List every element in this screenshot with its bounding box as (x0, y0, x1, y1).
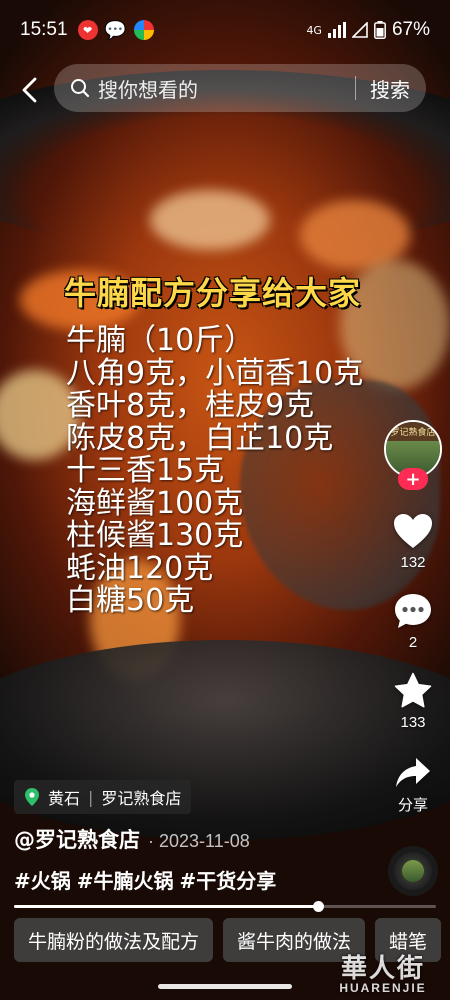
video-progress-fill (14, 905, 318, 908)
like-button[interactable]: 132 (383, 512, 443, 571)
star-icon (394, 672, 432, 708)
video-progress-knob[interactable] (312, 901, 324, 912)
comment-icon (395, 594, 431, 628)
battery-percent: 67% (391, 19, 430, 40)
favorite-button[interactable]: 133 (383, 672, 443, 731)
share-button[interactable]: 分享 (383, 756, 443, 815)
hashtag-list: #火锅 #牛腩火锅 #干货分享 (14, 865, 276, 894)
like-count: 132 (400, 554, 426, 571)
chevron-left-icon (22, 77, 37, 103)
follow-button[interactable]: + (398, 468, 428, 490)
music-disc[interactable] (388, 846, 438, 896)
comment-button[interactable]: 2 (383, 592, 443, 651)
post-date: · 2023-11-08 (148, 831, 250, 851)
heart-icon (394, 514, 432, 548)
recipe-line: 八角9克，小茴香10克 (66, 355, 364, 391)
recipe-line: 柱候酱130克 (66, 518, 244, 553)
location-tag[interactable]: 黄石 | 罗记熟食店 (14, 780, 192, 814)
signal-icon-2 (351, 22, 368, 38)
location-pin-icon (25, 788, 39, 806)
related-search-chip[interactable]: 牛腩粉的做法及配方 (14, 918, 214, 962)
browser-app-icon (133, 20, 154, 40)
recipe-title: 牛腩配方分享给大家 (64, 274, 362, 312)
home-indicator[interactable] (158, 984, 292, 989)
wechat-icon: 💬 (104, 19, 127, 41)
hashtag[interactable]: #火锅 (14, 865, 71, 894)
share-arrow-icon (396, 758, 430, 787)
recipe-line: 十三香15克 (66, 453, 225, 488)
status-app-icons: ❤ 💬 (77, 19, 154, 41)
recipe-line: 香叶8克，桂皮9克 (66, 388, 315, 423)
author-name[interactable]: @罗记熟食店 (14, 824, 140, 854)
back-button[interactable] (14, 70, 44, 110)
comment-count: 2 (408, 634, 418, 651)
food-chunk (150, 190, 270, 250)
author-row: @罗记熟食店 · 2023-11-08 (14, 824, 250, 854)
hashtag[interactable]: #牛腩火锅 (77, 865, 174, 894)
network-type: 4G (306, 23, 322, 37)
share-label: 分享 (397, 796, 428, 814)
recipe-line: 蚝油120克 (66, 550, 214, 586)
recipe-line: 海鲜酱100克 (66, 485, 244, 521)
video-progress-bar[interactable] (14, 901, 436, 912)
search-button[interactable]: 搜索 (370, 74, 410, 103)
search-icon (71, 79, 90, 98)
location-place: 罗记熟食店 (101, 789, 182, 808)
location-separator: | (88, 787, 94, 807)
watermark-chinese: 華人街 (340, 954, 425, 984)
notification-app-icon: ❤ (77, 20, 98, 40)
battery-icon (374, 21, 386, 39)
status-right: 4G 67% (306, 19, 430, 41)
hashtag[interactable]: #干货分享 (180, 865, 277, 894)
status-time: 15:51 (20, 19, 68, 40)
signal-icon (327, 22, 346, 38)
music-disc-cover (402, 860, 424, 882)
recipe-line: 陈皮8克，白芷10克 (66, 420, 334, 456)
search-input[interactable]: 搜你想看的 (98, 74, 355, 103)
search-divider (355, 76, 356, 100)
watermark: 華人街 HUARENJIE (318, 948, 448, 995)
status-bar: 15:51 ❤ 💬 4G 67% (0, 0, 450, 60)
location-city: 黄石 (48, 789, 81, 808)
recipe-ingredient-list: 牛腩（10斤） 八角9克，小茴香10克 香叶8克，桂皮9克 陈皮8克，白芷10克… (66, 323, 364, 618)
favorite-count: 133 (400, 714, 426, 731)
recipe-line: 白糖50克 (66, 583, 195, 618)
recipe-line: 牛腩（10斤） (66, 323, 255, 358)
watermark-english: HUARENJIE (339, 981, 427, 995)
search-bar[interactable]: 搜你想看的 搜索 (54, 64, 426, 112)
